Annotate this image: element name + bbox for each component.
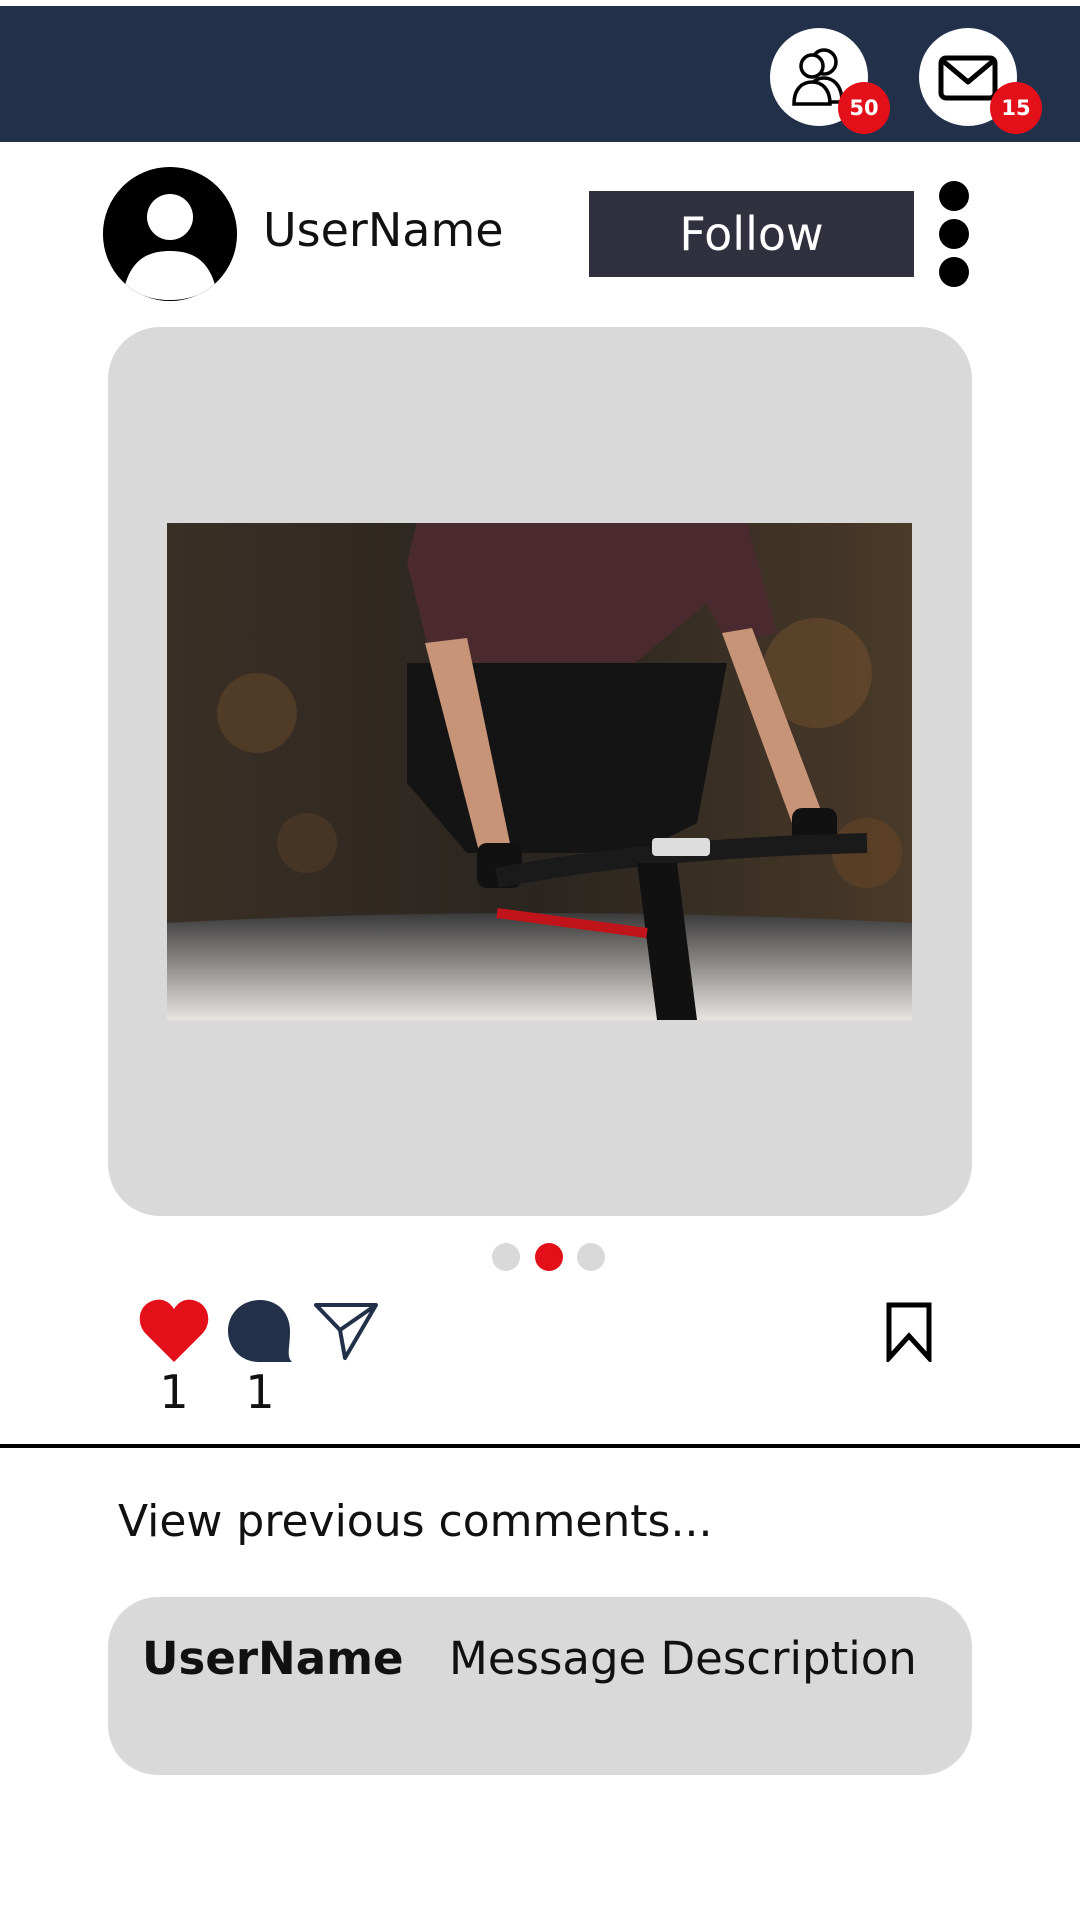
post-username[interactable]: UserName xyxy=(263,203,504,257)
friends-count-badge: 50 xyxy=(838,82,890,134)
heart-icon xyxy=(139,1299,209,1362)
more-vertical-icon xyxy=(939,181,969,211)
comment-count: 1 xyxy=(245,1365,275,1419)
avatar-icon xyxy=(103,167,237,301)
comment-item xyxy=(108,1597,972,1775)
send-icon xyxy=(314,1303,378,1360)
section-divider xyxy=(0,1444,1080,1448)
comment-icon xyxy=(228,1300,292,1362)
carousel-dot-2-active[interactable] xyxy=(535,1243,563,1271)
more-dot xyxy=(939,219,969,249)
like-count: 1 xyxy=(159,1365,189,1419)
bookmark-button[interactable] xyxy=(885,1302,933,1367)
user-avatar[interactable] xyxy=(103,167,237,301)
follow-button[interactable]: Follow xyxy=(589,191,914,277)
view-previous-comments-link[interactable]: View previous comments... xyxy=(118,1496,712,1547)
comment-button[interactable] xyxy=(226,1298,294,1371)
more-dot xyxy=(939,257,969,287)
top-nav-bar xyxy=(0,6,1080,142)
carousel-dot-1[interactable] xyxy=(492,1243,520,1271)
carousel-dot-3[interactable] xyxy=(577,1243,605,1271)
more-options-button[interactable] xyxy=(936,181,972,289)
cyclist-photo xyxy=(167,523,912,1020)
messages-count-badge: 15 xyxy=(990,82,1042,134)
post-photo[interactable] xyxy=(167,523,912,1020)
share-button[interactable] xyxy=(313,1300,379,1367)
like-button[interactable] xyxy=(138,1298,210,1369)
comment-message: Message Description xyxy=(449,1632,917,1685)
bookmark-icon xyxy=(886,1302,932,1365)
comment-username[interactable]: UserName xyxy=(142,1632,403,1685)
